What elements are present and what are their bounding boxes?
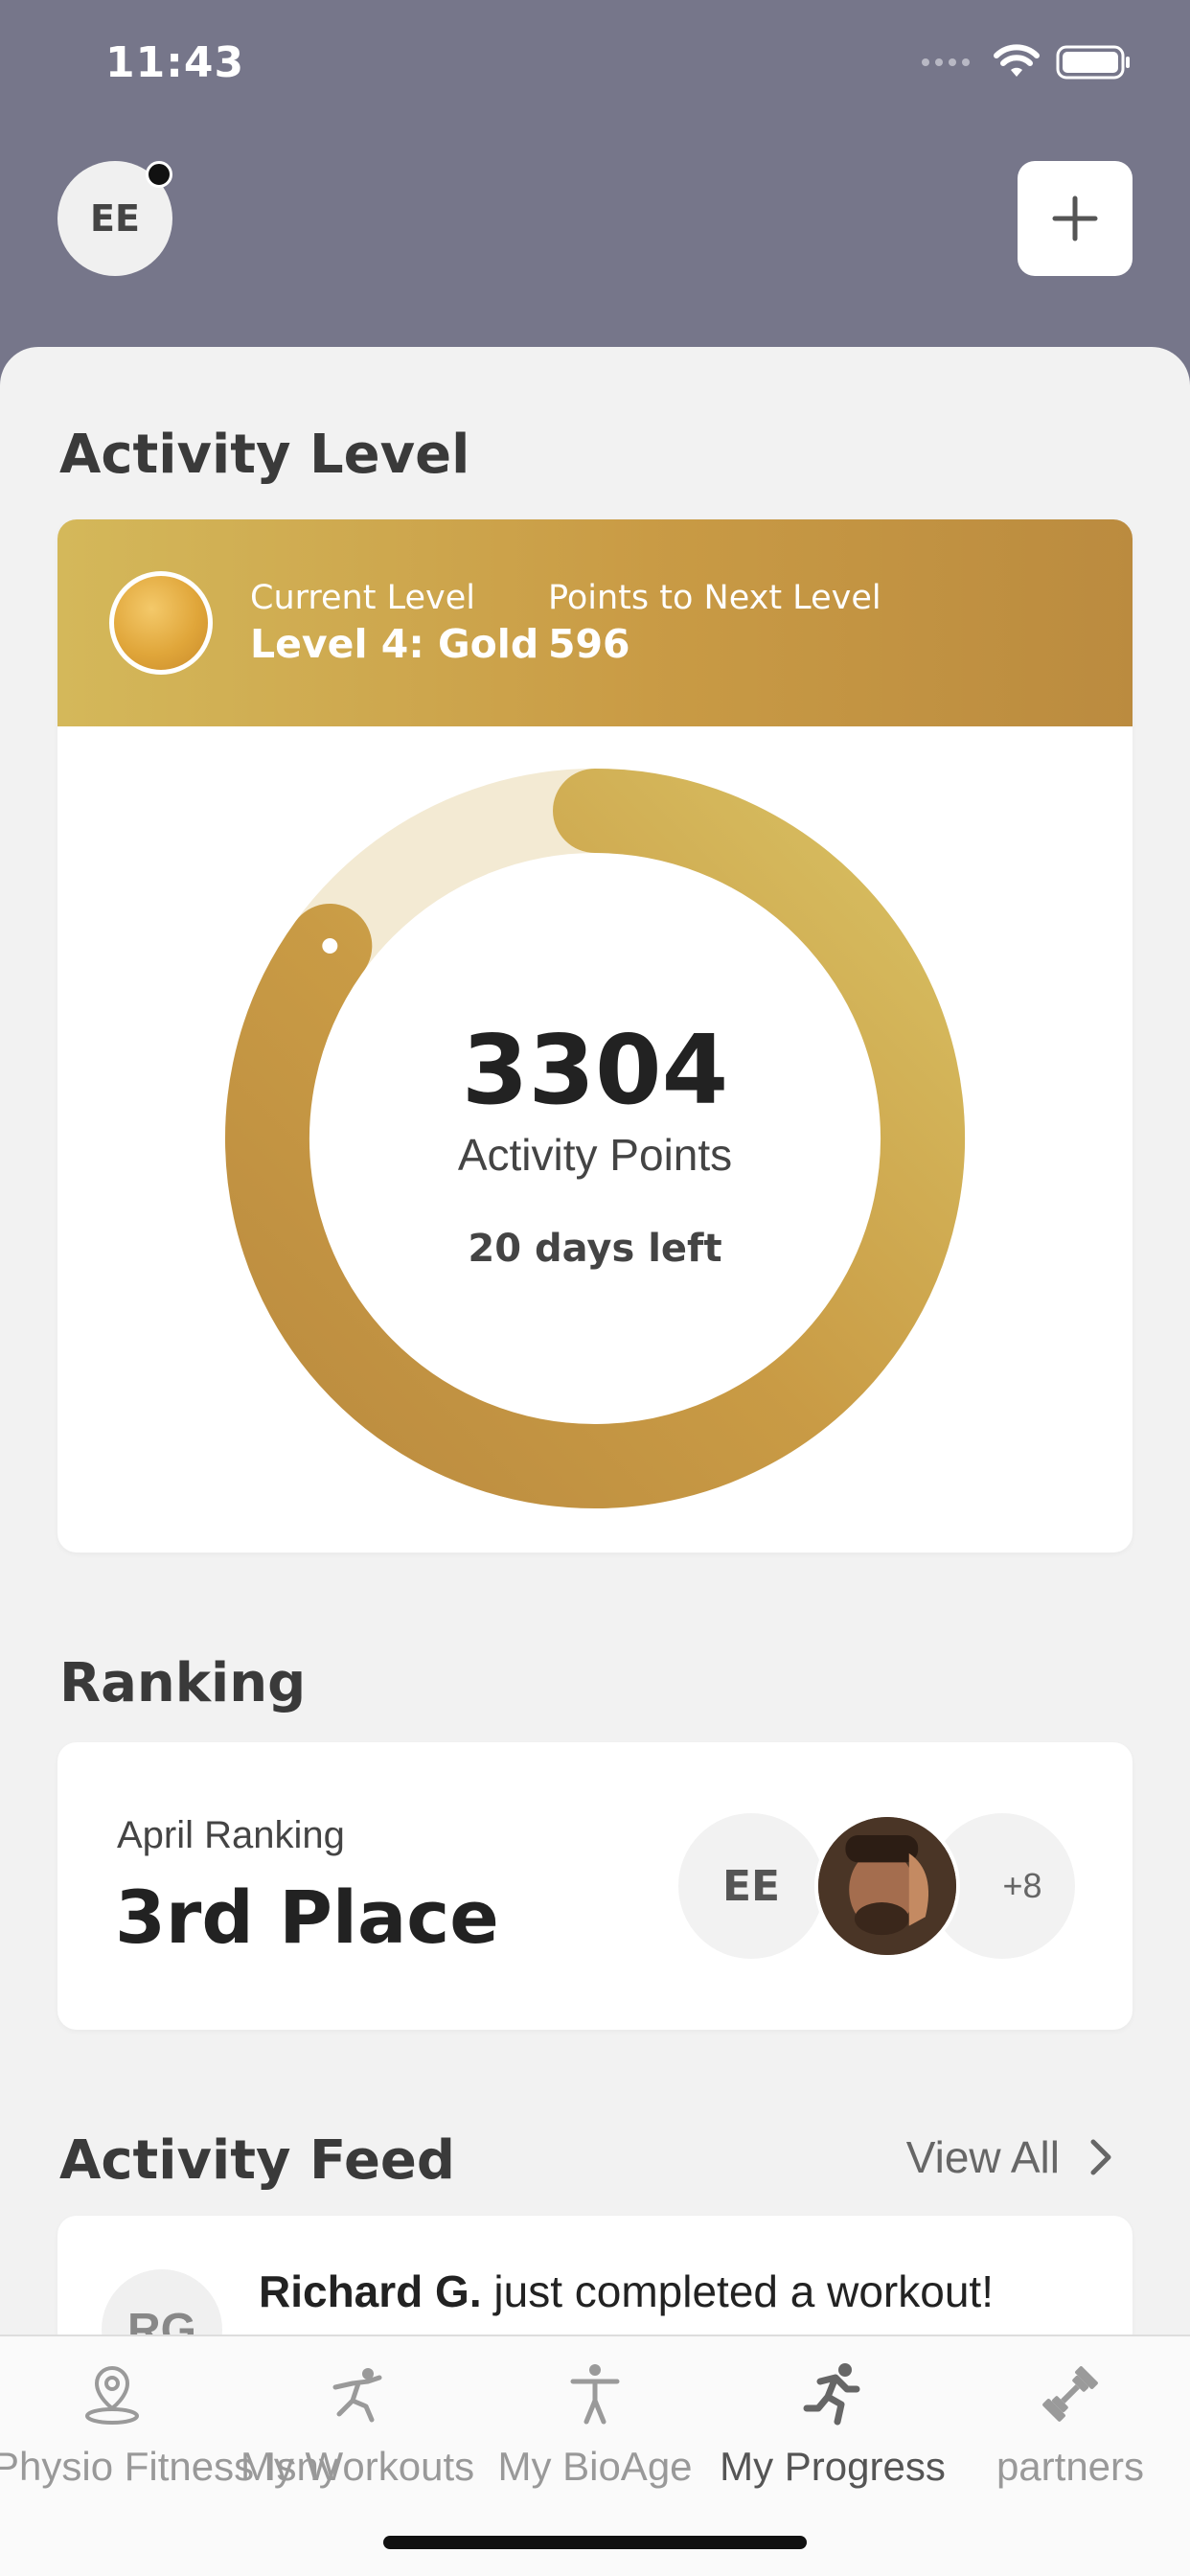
current-level-label: Current Level — [250, 579, 475, 617]
plus-icon — [1052, 196, 1098, 242]
participant-photo — [814, 1813, 960, 1959]
view-all-link[interactable]: View All — [906, 2131, 1113, 2183]
home-indicator — [383, 2536, 807, 2549]
feed-user-name: Richard G. — [259, 2266, 482, 2316]
ranking-value: 3rd Place — [115, 1874, 499, 1960]
progress-ring: 3304 Activity Points 20 days left — [57, 726, 1133, 1551]
main-content[interactable]: Activity Level Current Level Level 4: Go… — [0, 347, 1190, 2576]
profile-avatar-button[interactable]: EE — [57, 161, 172, 276]
points-next-label: Points to Next Level — [548, 579, 881, 617]
status-time: 11:43 — [105, 38, 245, 87]
current-level-value: Level 4: Gold — [250, 621, 539, 667]
tab-my-bioage[interactable]: My BioAge — [475, 2356, 715, 2490]
tab-my-progress[interactable]: My Progress — [713, 2356, 952, 2490]
feed-text: Richard G. just completed a workout! — [259, 2266, 994, 2317]
tab-label: My Workouts — [240, 2444, 475, 2489]
level-banner: Current Level Level 4: Gold Points to Ne… — [57, 519, 1133, 726]
notification-dot — [146, 161, 172, 188]
tab-my-workouts[interactable]: My Workouts — [238, 2356, 477, 2490]
tab-label: My BioAge — [497, 2444, 693, 2489]
location-icon — [85, 2365, 139, 2425]
status-bar: 11:43 — [0, 0, 1190, 134]
tab-partners[interactable]: partners — [950, 2356, 1190, 2490]
days-left: 20 days left — [468, 1227, 722, 1271]
status-icons — [920, 44, 1133, 80]
signal-icon — [922, 58, 970, 66]
tab-label: My Progress — [720, 2444, 946, 2489]
activity-level-title: Activity Level — [59, 424, 470, 486]
add-button[interactable] — [1018, 161, 1133, 276]
person-icon — [570, 2364, 620, 2425]
more-count: +8 — [1002, 1866, 1042, 1905]
view-all-label: View All — [905, 2132, 1060, 2182]
activity-feed-title: Activity Feed — [59, 2129, 455, 2192]
tab-label: partners — [995, 2444, 1145, 2489]
progress-knob — [322, 937, 338, 954]
gold-medal-icon — [109, 571, 213, 675]
header: EE — [0, 134, 1190, 355]
activity-points-label: Activity Points — [457, 1130, 733, 1180]
workout-icon — [332, 2368, 382, 2423]
tab-label: Physio Fitness Isny — [0, 2444, 339, 2489]
tab-physio-fitness[interactable]: Physio Fitness Isny — [0, 2356, 339, 2490]
ranking-label: April Ranking — [117, 1814, 345, 1856]
participant-avatar: EE — [678, 1813, 824, 1959]
activity-points-value: 3304 — [461, 1014, 729, 1126]
ranking-card[interactable]: April Ranking 3rd Place +8 EE — [57, 1742, 1133, 2030]
person-photo-icon — [818, 1817, 956, 1955]
chevron-right-icon — [1090, 2139, 1111, 2175]
wifi-icon — [994, 44, 1040, 77]
activity-level-card[interactable]: Current Level Level 4: Gold Points to Ne… — [57, 519, 1133, 1552]
feed-message: just completed a workout! — [493, 2266, 994, 2316]
points-next-value: 596 — [548, 621, 630, 667]
dumbbell-icon — [1042, 2366, 1098, 2422]
running-icon — [803, 2363, 860, 2426]
avatar-initials: EE — [90, 197, 140, 240]
ranking-title: Ranking — [59, 1652, 307, 1714]
battery-icon — [1056, 45, 1130, 80]
